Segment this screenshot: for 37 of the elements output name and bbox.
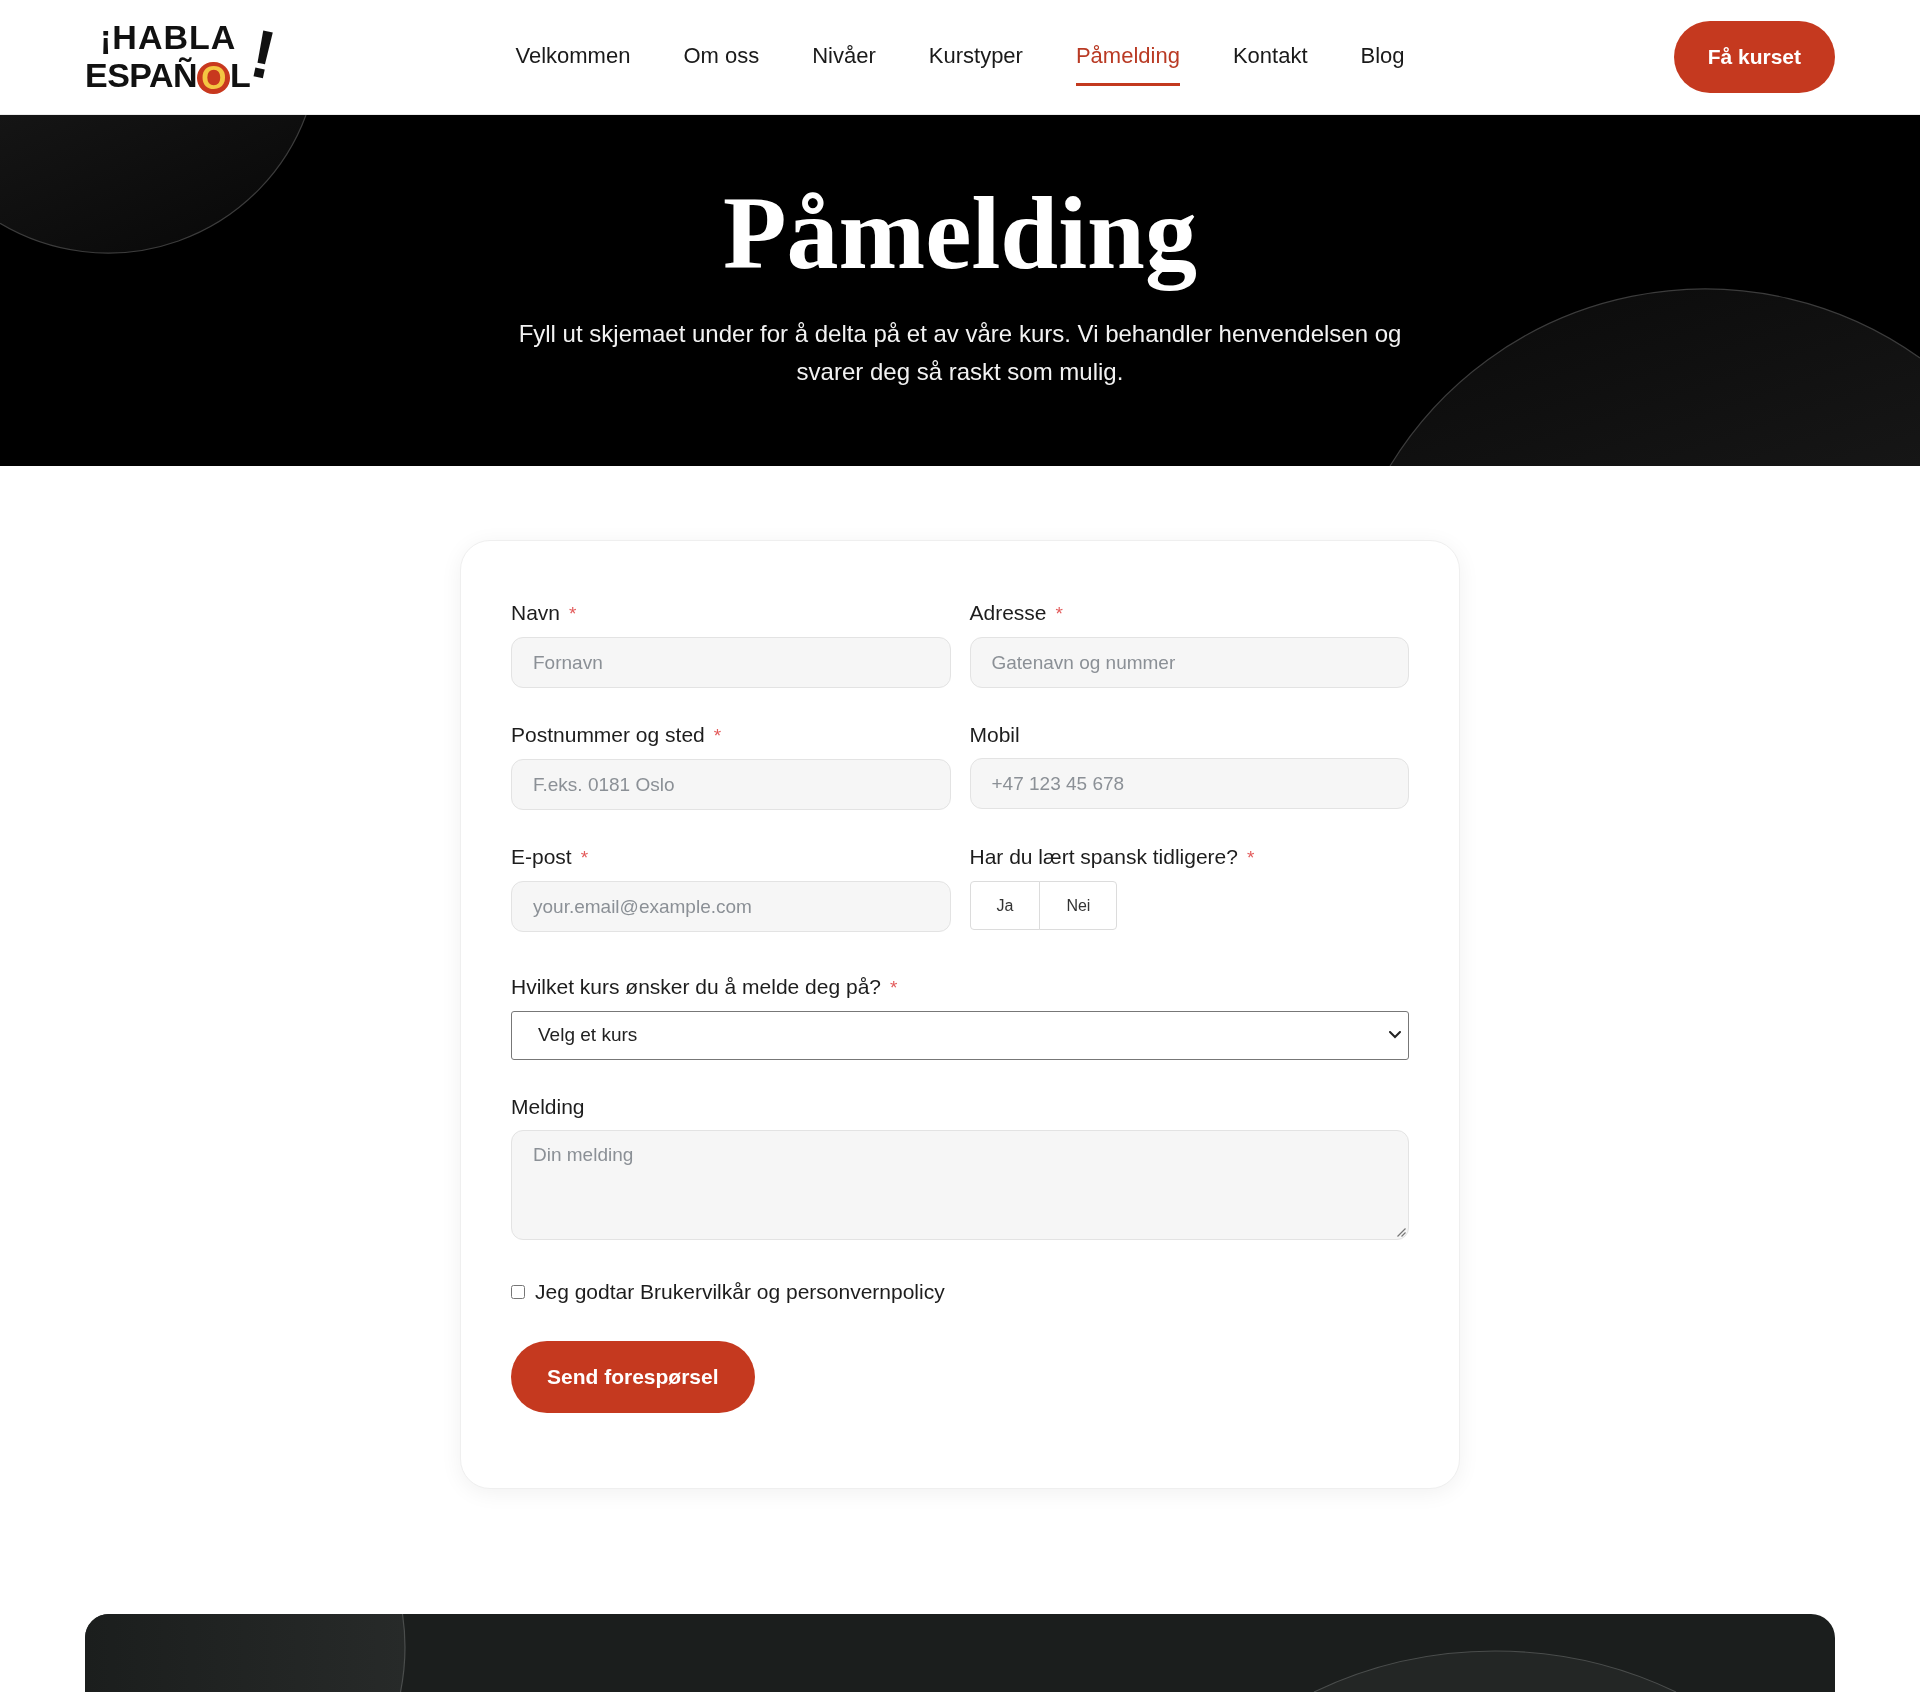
field-label: Mobil (969, 723, 1020, 747)
required-mark: * (890, 976, 898, 1000)
field-label: Navn (511, 601, 561, 625)
nav-link[interactable]: Velkommen (515, 28, 631, 86)
input-field[interactable]: +47 123 45 678 (969, 758, 1409, 809)
input-field[interactable]: Gatenavn og nummer (969, 637, 1409, 688)
required-mark: * (1246, 846, 1255, 870)
input-field[interactable]: Fornavn (511, 637, 951, 688)
field-label: Adresse (969, 601, 1047, 625)
nav-link[interactable]: Kontakt (1232, 28, 1308, 86)
field-label: Hvilket kurs ønsker du å melde deg på? (511, 975, 881, 999)
required-mark: * (569, 602, 577, 626)
chevron-down-icon (1389, 1031, 1401, 1039)
required-mark: * (1055, 602, 1063, 626)
required-mark: * (713, 724, 722, 748)
consent-label: Jeg godtar Brukervilkår og personvernpolicy (535, 1280, 945, 1304)
consent-checkbox[interactable] (511, 1285, 525, 1299)
input-field[interactable]: your.email@example.com (511, 881, 951, 932)
input-field[interactable]: F.eks. 0181 Oslo (511, 759, 951, 810)
field-label: Melding (511, 1095, 585, 1119)
nav-link[interactable]: Kurstyper (928, 28, 1023, 86)
required-mark: * (580, 846, 589, 870)
field-label: E-post (511, 845, 572, 869)
field-label: Postnummer og sted (511, 723, 705, 747)
message-field[interactable]: Din melding (511, 1130, 1409, 1240)
nav-link[interactable]: Nivåer (812, 28, 876, 86)
hero-subtitle: Fyll ut skjemaet under for å delta på et av våre kurs. Vi behandler henvendelsen og svarer deg så raskt som mulig. (517, 319, 1403, 387)
nav-link[interactable]: Blog (1360, 28, 1405, 86)
submit-button[interactable]: Send forespørsel (511, 1341, 755, 1413)
field-label: Har du lært spansk tidligere? (969, 845, 1238, 869)
option-button[interactable]: Nei (1039, 881, 1118, 930)
dropdown-field[interactable]: Velg et kurs (511, 1011, 1409, 1060)
cta-button[interactable]: Få kurset (1673, 21, 1835, 93)
option-button[interactable]: Ja (969, 881, 1041, 930)
nav-link[interactable]: Påmelding (1075, 28, 1180, 86)
nav-link[interactable]: Om oss (683, 28, 760, 86)
resize-handle-icon[interactable] (1397, 1228, 1406, 1237)
